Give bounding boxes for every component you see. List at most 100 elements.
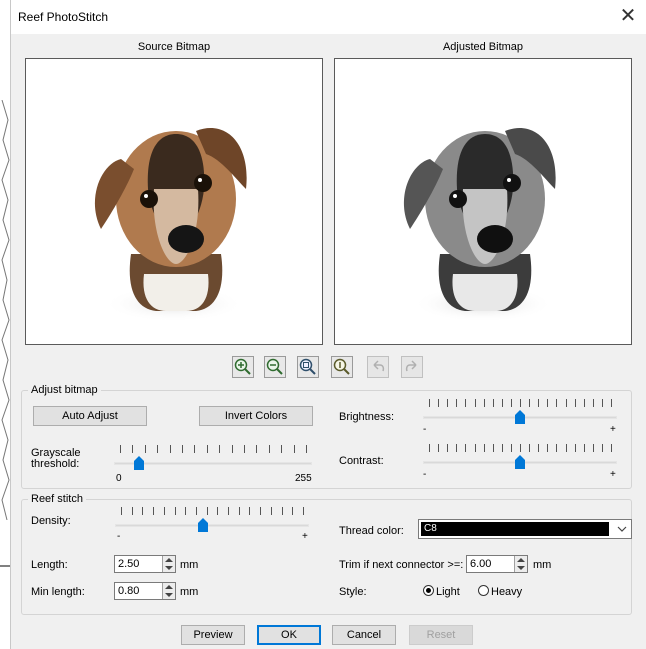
slider-tick — [256, 445, 258, 453]
slider-thumb[interactable] — [515, 455, 525, 469]
slider-tick — [231, 445, 233, 453]
redo-button[interactable] — [401, 356, 423, 378]
length-spin-arrows[interactable] — [162, 556, 175, 572]
slider-tick — [238, 507, 240, 515]
slider-track[interactable] — [115, 524, 309, 527]
undo-button[interactable] — [367, 356, 389, 378]
trim-value: 6.00 — [470, 558, 492, 570]
zoom-out-icon — [266, 358, 283, 375]
slider-tick — [556, 444, 558, 452]
slider-tick — [456, 399, 458, 407]
slider-tick — [474, 399, 476, 407]
zoom-1to1-icon — [333, 358, 350, 375]
spin-down-icon[interactable] — [165, 566, 173, 570]
reset-button[interactable]: Reset — [409, 625, 473, 645]
spin-down-icon[interactable] — [517, 566, 525, 570]
slider-tick — [583, 444, 585, 452]
length-unit: mm — [180, 559, 199, 571]
slider-tick — [456, 444, 458, 452]
slider-thumb[interactable] — [133, 456, 144, 470]
chevron-down-icon[interactable] — [617, 525, 627, 533]
trim-spinbox[interactable]: 6.00 — [466, 555, 528, 573]
cancel-button[interactable]: Cancel — [332, 625, 396, 645]
slider-tick — [565, 444, 567, 452]
slider-tick — [206, 445, 208, 453]
zoom-out-button[interactable] — [264, 356, 286, 378]
adjusted-bitmap-title: Adjusted Bitmap — [442, 41, 524, 53]
slider-tick — [270, 507, 272, 515]
slider-thumb[interactable] — [515, 410, 525, 424]
slider-tick — [121, 507, 122, 515]
slider-tick — [292, 507, 294, 515]
auto-adjust-button[interactable]: Auto Adjust — [33, 406, 147, 426]
style-heavy-label[interactable]: Heavy — [491, 586, 522, 598]
adjusted-dog-image — [403, 128, 556, 322]
slider-tick — [474, 444, 476, 452]
ok-button[interactable]: OK — [257, 625, 321, 645]
zoom-1to1-button[interactable] — [331, 356, 353, 378]
slider-tick — [556, 399, 558, 407]
slider-tick — [120, 445, 121, 453]
redo-icon — [405, 360, 417, 372]
slider-tick — [174, 507, 176, 515]
brightness-plus: + — [610, 424, 616, 435]
slider-tick — [492, 444, 494, 452]
slider-tick — [529, 444, 531, 452]
density-slider[interactable] — [115, 507, 309, 537]
length-spinbox[interactable]: 2.50 — [114, 555, 176, 573]
slider-tick — [132, 445, 134, 453]
slider-tick — [574, 444, 576, 452]
trim-unit: mm — [533, 559, 552, 571]
source-bitmap-canvas[interactable] — [25, 58, 323, 345]
style-heavy-radio[interactable] — [478, 585, 489, 596]
slider-tick — [501, 399, 503, 407]
slider-tick — [153, 507, 155, 515]
slider-tick — [483, 444, 485, 452]
slider-tick — [131, 507, 133, 515]
grayscale-threshold-slider[interactable] — [114, 445, 312, 475]
slider-tick — [538, 399, 540, 407]
slider-thumb[interactable] — [197, 518, 208, 532]
brightness-label: Brightness: — [339, 411, 395, 423]
zoom-fit-icon — [299, 358, 316, 375]
trim-spin-arrows[interactable] — [514, 556, 527, 572]
slider-tick — [483, 399, 485, 407]
spin-up-icon[interactable] — [165, 585, 173, 589]
min-length-value: 0.80 — [118, 585, 140, 597]
min-length-spin-arrows[interactable] — [162, 583, 175, 599]
title-bar: Reef PhotoStitch ✕ — [11, 0, 646, 34]
zoom-in-button[interactable] — [232, 356, 254, 378]
trim-label: Trim if next connector >=: — [339, 559, 464, 571]
spin-down-icon[interactable] — [165, 593, 173, 597]
style-light-label[interactable]: Light — [436, 586, 460, 598]
slider-tick — [144, 445, 146, 453]
preview-button[interactable]: Preview — [181, 625, 245, 645]
slider-tick — [601, 444, 603, 452]
adjusted-bitmap-canvas[interactable] — [334, 58, 632, 345]
length-value: 2.50 — [118, 558, 140, 570]
undo-icon — [373, 360, 385, 372]
spin-up-icon[interactable] — [517, 558, 525, 562]
slider-track[interactable] — [114, 462, 312, 465]
slider-tick — [194, 445, 196, 453]
thread-color-dropdown[interactable]: C8 — [418, 519, 632, 539]
slider-tick — [547, 399, 549, 407]
slider-tick — [182, 445, 183, 453]
zoom-fit-button[interactable] — [297, 356, 319, 378]
slider-tick — [142, 507, 144, 515]
style-light-radio[interactable] — [423, 585, 434, 596]
contrast-slider[interactable] — [423, 444, 617, 474]
contrast-minus: - — [423, 469, 427, 480]
min-length-spinbox[interactable]: 0.80 — [114, 582, 176, 600]
brightness-slider[interactable] — [423, 399, 617, 429]
min-length-label: Min length: — [31, 586, 85, 598]
invert-colors-button[interactable]: Invert Colors — [199, 406, 313, 426]
slider-tick — [611, 444, 612, 452]
close-button[interactable]: ✕ — [615, 3, 641, 29]
min-length-unit: mm — [180, 586, 199, 598]
thread-color-label: Thread color: — [339, 525, 404, 537]
slider-tick — [501, 444, 503, 452]
slider-tick — [492, 399, 494, 407]
slider-tick — [583, 399, 585, 407]
spin-up-icon[interactable] — [165, 558, 173, 562]
